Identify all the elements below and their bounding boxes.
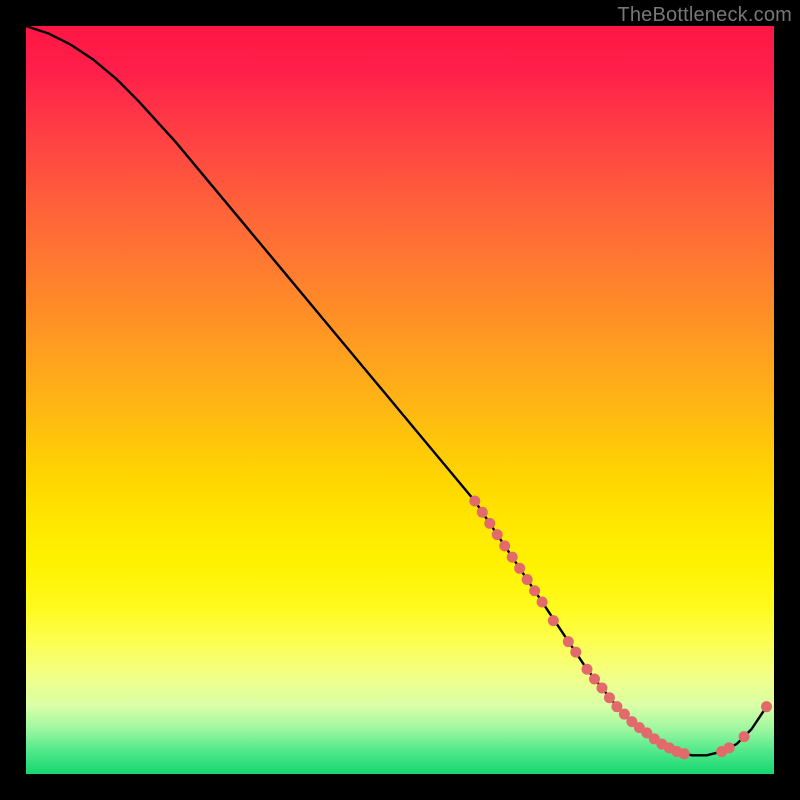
curve-marker xyxy=(537,596,548,607)
curve-marker xyxy=(507,552,518,563)
curve-marker xyxy=(548,615,559,626)
plot-area xyxy=(26,26,774,774)
curve-marker xyxy=(724,742,735,753)
curve-svg xyxy=(26,26,774,774)
chart-stage: TheBottleneck.com xyxy=(0,0,800,800)
curve-marker xyxy=(529,585,540,596)
curve-marker xyxy=(582,664,593,675)
curve-marker xyxy=(739,731,750,742)
curve-marker xyxy=(514,563,525,574)
curve-marker xyxy=(589,674,600,685)
curve-marker xyxy=(563,636,574,647)
curve-markers xyxy=(469,495,772,759)
curve-marker xyxy=(522,574,533,585)
curve-marker xyxy=(484,518,495,529)
bottleneck-curve-line xyxy=(26,26,767,755)
curve-marker xyxy=(492,529,503,540)
curve-marker xyxy=(604,692,615,703)
curve-marker xyxy=(761,701,772,712)
curve-marker xyxy=(679,748,690,759)
curve-marker xyxy=(596,682,607,693)
curve-marker xyxy=(477,507,488,518)
curve-marker xyxy=(499,540,510,551)
watermark-text: TheBottleneck.com xyxy=(617,4,792,27)
curve-marker xyxy=(570,647,581,658)
curve-marker xyxy=(469,495,480,506)
